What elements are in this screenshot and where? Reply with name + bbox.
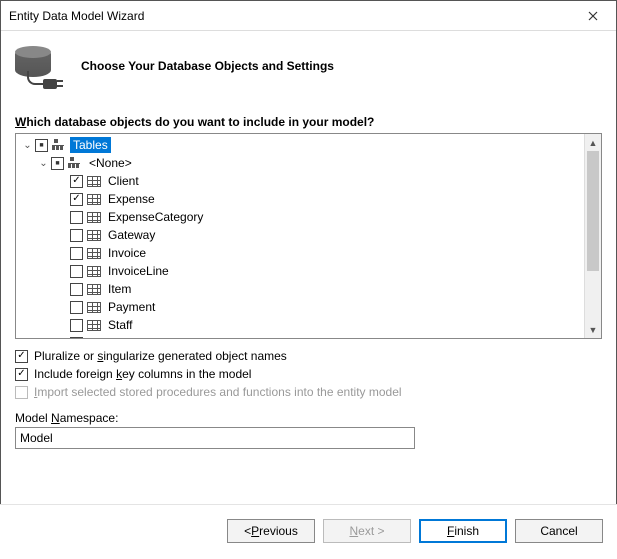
- tree-checkbox[interactable]: [70, 319, 83, 332]
- tree-node-table[interactable]: Expense: [18, 190, 599, 208]
- table-icon: [87, 194, 101, 205]
- titlebar: Entity Data Model Wizard: [1, 1, 616, 31]
- close-icon: [588, 11, 598, 21]
- scroll-up-icon[interactable]: ▲: [585, 134, 601, 151]
- namespace-label: Model Namespace:: [15, 411, 602, 425]
- tree-node-table[interactable]: Client: [18, 172, 599, 190]
- tree-label[interactable]: InvoiceLine: [105, 263, 172, 279]
- tree-label[interactable]: Staff: [105, 317, 135, 333]
- tree-node-table[interactable]: ExpenseCategory: [18, 208, 599, 226]
- tree-node-table[interactable]: Staff: [18, 316, 599, 334]
- tree-node-table[interactable]: InvoiceLine: [18, 262, 599, 280]
- option-pluralize[interactable]: Pluralize or singularize generated objec…: [15, 349, 602, 363]
- tree-checkbox[interactable]: [70, 283, 83, 296]
- tables-group-icon: [52, 139, 66, 151]
- tree-node-table[interactable]: Gateway: [18, 226, 599, 244]
- tree-label[interactable]: ExpenseCategory: [105, 209, 206, 225]
- prompt-label: Which database objects do you want to in…: [15, 115, 602, 129]
- tree-label[interactable]: System: [105, 335, 151, 339]
- finish-button[interactable]: Finish: [419, 519, 507, 543]
- tree-node-table[interactable]: Invoice: [18, 244, 599, 262]
- wizard-footer: < Previous Next > Finish Cancel: [0, 504, 617, 559]
- tree-scrollbar[interactable]: ▲ ▼: [584, 134, 601, 338]
- wizard-header: Choose Your Database Objects and Setting…: [1, 31, 616, 109]
- table-icon: [87, 338, 101, 340]
- option-foreign-keys-checkbox[interactable]: [15, 368, 28, 381]
- tree-label[interactable]: Payment: [105, 299, 158, 315]
- page-heading: Choose Your Database Objects and Setting…: [81, 59, 334, 73]
- tree-label[interactable]: Tables: [70, 137, 111, 153]
- option-import-sprocs: Import selected stored procedures and fu…: [15, 385, 602, 399]
- option-import-sprocs-label: Import selected stored procedures and fu…: [34, 385, 402, 399]
- close-button[interactable]: [570, 1, 616, 31]
- tree-checkbox[interactable]: [70, 175, 83, 188]
- tree-checkbox[interactable]: [51, 157, 64, 170]
- table-icon: [87, 284, 101, 295]
- table-icon: [87, 230, 101, 241]
- tree-checkbox[interactable]: [70, 265, 83, 278]
- tree-node-schema[interactable]: ⌄ <None>: [18, 154, 599, 172]
- tree-label[interactable]: Client: [105, 173, 142, 189]
- previous-button[interactable]: < Previous: [227, 519, 315, 543]
- tree-label[interactable]: Item: [105, 281, 134, 297]
- tree-checkbox[interactable]: [70, 193, 83, 206]
- scroll-down-icon[interactable]: ▼: [585, 321, 601, 338]
- option-foreign-keys-label: Include foreign key columns in the model: [34, 367, 251, 381]
- table-icon: [87, 176, 101, 187]
- tree-checkbox[interactable]: [70, 337, 83, 340]
- tree-checkbox[interactable]: [35, 139, 48, 152]
- option-pluralize-checkbox[interactable]: [15, 350, 28, 363]
- next-button: Next >: [323, 519, 411, 543]
- option-foreign-keys[interactable]: Include foreign key columns in the model: [15, 367, 602, 381]
- tree-label[interactable]: <None>: [86, 155, 135, 171]
- option-pluralize-label: Pluralize or singularize generated objec…: [34, 349, 287, 363]
- tree-label[interactable]: Expense: [105, 191, 158, 207]
- tree-node-tables[interactable]: ⌄ Tables: [18, 136, 599, 154]
- chevron-down-icon[interactable]: ⌄: [22, 140, 33, 151]
- table-icon: [87, 302, 101, 313]
- database-icon: [15, 45, 57, 87]
- chevron-down-icon[interactable]: ⌄: [38, 158, 49, 169]
- table-icon: [87, 320, 101, 331]
- tree-label[interactable]: Gateway: [105, 227, 158, 243]
- window-title: Entity Data Model Wizard: [9, 9, 570, 23]
- table-icon: [87, 248, 101, 259]
- table-icon: [87, 212, 101, 223]
- table-icon: [87, 266, 101, 277]
- namespace-input[interactable]: [15, 427, 415, 449]
- objects-tree[interactable]: ⌄ Tables ⌄ <None> Client Expense ExpenseCatego…: [15, 133, 602, 339]
- scroll-thumb[interactable]: [587, 151, 599, 271]
- cancel-button[interactable]: Cancel: [515, 519, 603, 543]
- tree-checkbox[interactable]: [70, 229, 83, 242]
- tree-label[interactable]: Invoice: [105, 245, 149, 261]
- option-import-sprocs-checkbox: [15, 386, 28, 399]
- tree-checkbox[interactable]: [70, 247, 83, 260]
- tree-node-table[interactable]: System: [18, 334, 599, 339]
- tree-node-table[interactable]: Item: [18, 280, 599, 298]
- tree-checkbox[interactable]: [70, 301, 83, 314]
- schema-icon: [68, 157, 82, 169]
- tree-checkbox[interactable]: [70, 211, 83, 224]
- tree-node-table[interactable]: Payment: [18, 298, 599, 316]
